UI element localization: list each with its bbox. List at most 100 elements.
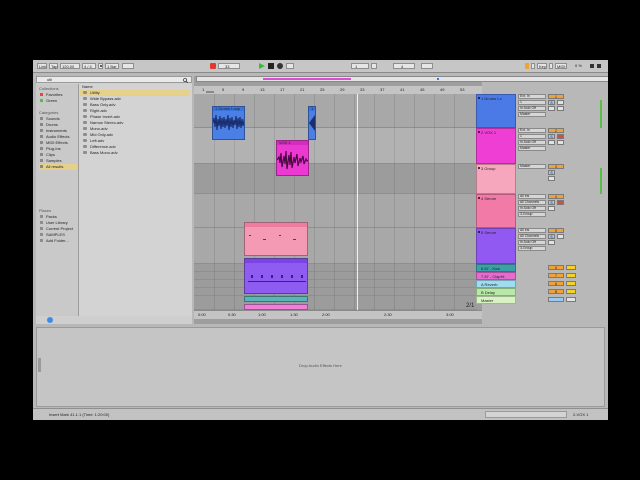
track-header-6[interactable]: 6 87 - Kick xyxy=(476,264,516,272)
solo-button[interactable] xyxy=(566,281,576,286)
output-dropdown[interactable]: Master xyxy=(518,146,546,151)
device-view[interactable]: Drop Audio Effects Here xyxy=(36,327,605,407)
track-header-1[interactable]: 1 Drums Lo xyxy=(476,94,516,128)
arm-button[interactable] xyxy=(557,100,564,105)
input-channel-dropdown[interactable]: All Channels xyxy=(518,234,546,239)
loop-brace[interactable] xyxy=(206,91,214,93)
solo-button[interactable]: S xyxy=(548,100,555,105)
track-header-5[interactable]: 5 Serum xyxy=(476,228,516,264)
link-button[interactable]: Link xyxy=(37,63,47,69)
loop-length-field[interactable]: 4 xyxy=(393,63,415,69)
solo-button[interactable] xyxy=(566,265,576,270)
track-activator-button[interactable]: 3 xyxy=(548,164,564,169)
volume-field[interactable] xyxy=(548,206,555,211)
quantize-dropdown[interactable]: 1 Bar xyxy=(105,63,119,69)
midi-indicator xyxy=(590,64,594,68)
automation-arm-button[interactable] xyxy=(210,63,216,69)
volume-field[interactable] xyxy=(548,240,555,245)
file-item[interactable]: Bass Mono.adv xyxy=(80,150,190,156)
solo-button[interactable] xyxy=(566,289,576,294)
play-icon[interactable] xyxy=(259,63,265,69)
track-activator-button[interactable]: B xyxy=(548,289,564,294)
return-header-a[interactable]: A Reverb xyxy=(476,280,516,288)
input-channel-dropdown[interactable]: 1 xyxy=(518,100,546,105)
arm-button[interactable] xyxy=(557,234,564,239)
output-dropdown[interactable]: 3-Group xyxy=(518,246,546,251)
solo-button[interactable]: S xyxy=(548,134,555,139)
browser-file-list: Name Utility Wide Bypass.adv Bass Only.a… xyxy=(79,84,192,316)
midi-clip-serum-5[interactable] xyxy=(244,258,308,294)
metronome-dot[interactable] xyxy=(98,63,103,69)
arrangement-overview[interactable] xyxy=(196,76,608,82)
volume-field[interactable] xyxy=(548,106,555,111)
midi-clip-serum-4[interactable] xyxy=(244,222,308,256)
tap-tempo-button[interactable]: Tap xyxy=(49,63,58,69)
input-channel-dropdown[interactable]: All Channels xyxy=(518,200,546,205)
input-type-dropdown[interactable]: All Ins xyxy=(518,228,546,233)
record-icon[interactable] xyxy=(277,63,283,69)
track-activator-button[interactable]: 7 xyxy=(548,273,564,278)
monitor-selector[interactable]: In Auto Off xyxy=(518,206,546,211)
track-activator-button[interactable]: A xyxy=(548,281,564,286)
track-activator-button[interactable]: 2 xyxy=(548,128,564,133)
add-folder-button[interactable]: Add Folder... xyxy=(39,238,77,244)
track-header-2[interactable]: 2 VOX 1 xyxy=(476,128,516,164)
browser-search-input[interactable]: util xyxy=(36,76,192,83)
master-volume-field[interactable] xyxy=(548,297,564,302)
track-activator-button[interactable]: 5 xyxy=(548,228,564,233)
return-header-b[interactable]: B Delay xyxy=(476,288,516,296)
track-activator-button[interactable]: 1 xyxy=(548,94,564,99)
arm-button[interactable] xyxy=(557,134,564,139)
loop-start-field[interactable]: 1 xyxy=(351,63,369,69)
input-type-dropdown[interactable]: Ext. In xyxy=(518,128,546,133)
input-channel-dropdown[interactable]: 1 xyxy=(518,134,546,139)
solo-button[interactable] xyxy=(566,273,576,278)
song-position-field[interactable]: 33 xyxy=(218,63,240,69)
solo-button[interactable]: S xyxy=(548,234,555,239)
monitor-selector[interactable]: In Auto Off xyxy=(518,240,546,245)
audio-clip-drums-2[interactable]: 1 xyxy=(308,106,316,140)
pan-field[interactable] xyxy=(557,106,564,111)
overdub-button[interactable] xyxy=(286,63,294,69)
master-pan-field[interactable] xyxy=(566,297,576,302)
input-type-dropdown[interactable]: All Ins xyxy=(518,194,546,199)
collection-green[interactable]: Green xyxy=(39,98,77,104)
midi-map-button[interactable] xyxy=(549,63,553,69)
output-dropdown[interactable]: 3-Group xyxy=(518,212,546,217)
track-header-7[interactable]: 7 87 - ClapHi xyxy=(476,272,516,280)
category-all-results[interactable]: All results xyxy=(39,164,77,170)
tempo-field[interactable]: 120.00 xyxy=(60,63,80,69)
volume-field[interactable] xyxy=(548,140,555,145)
solo-button[interactable]: S xyxy=(548,200,555,205)
loop-toggle-button[interactable] xyxy=(371,63,377,69)
track-header-4[interactable]: 4 Serum xyxy=(476,194,516,228)
volume-field[interactable] xyxy=(548,176,555,181)
track-activator-button[interactable]: 4 xyxy=(548,194,564,199)
monitor-selector[interactable]: In Auto Off xyxy=(518,106,546,111)
monitor-selector[interactable]: In Auto Off xyxy=(518,140,546,145)
draw-mode-button[interactable] xyxy=(421,63,433,69)
midi-mapping-toggle[interactable]: MIDI xyxy=(555,63,567,69)
audio-clip-vox[interactable]: VOX 1 xyxy=(276,140,309,176)
solo-button[interactable]: S xyxy=(548,170,555,175)
follow-arrangement-toggle[interactable] xyxy=(525,63,529,69)
track-header-3[interactable]: 3 Group xyxy=(476,164,516,194)
master-header[interactable]: Master xyxy=(476,296,516,304)
midi-clip-kick[interactable] xyxy=(244,296,308,302)
input-type-dropdown[interactable]: Ext. In xyxy=(518,94,546,99)
key-map-button[interactable] xyxy=(531,63,535,69)
stop-icon[interactable] xyxy=(268,63,274,69)
time-ruler[interactable]: 0:00 0:30 1:00 1:30 2:00 2:30 3:00 xyxy=(194,310,482,319)
output-dropdown[interactable]: Master xyxy=(518,164,546,169)
follow-button[interactable] xyxy=(122,63,134,69)
device-view-grip[interactable] xyxy=(38,358,41,372)
key-mapping-toggle[interactable]: Key xyxy=(537,63,547,69)
arm-button[interactable] xyxy=(557,200,564,205)
browser-preview-icon[interactable] xyxy=(47,317,53,323)
status-message: Insert Mark 41.1.1 (Time: 1:20:00) xyxy=(49,412,110,417)
track-activator-button[interactable]: 6 xyxy=(548,265,564,270)
pan-field[interactable] xyxy=(557,140,564,145)
audio-clip-drums[interactable]: 1 Drums Loop xyxy=(212,106,245,140)
time-signature-field[interactable]: 4 / 4 xyxy=(82,63,96,69)
output-dropdown[interactable]: Master xyxy=(518,112,546,117)
